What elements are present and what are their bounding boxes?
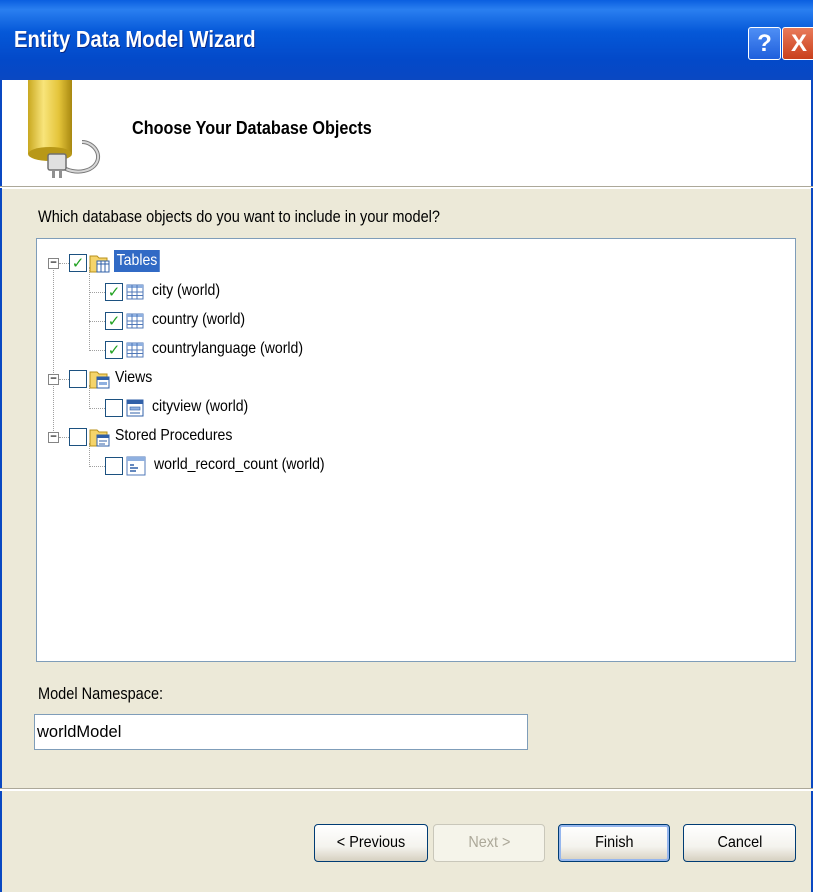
database-plug-icon [28,80,101,178]
window-title: Entity Data Model Wizard [14,26,256,52]
previous-button[interactable]: < Previous [314,824,428,862]
tree-line [89,466,105,467]
table-icon [126,313,144,329]
tree-line [53,267,54,437]
table-icon [126,342,144,358]
tree-line [59,263,69,264]
stored-procedures-collapse-toggle[interactable]: − [48,432,59,443]
model-namespace-input[interactable] [34,714,528,750]
model-namespace-label: Model Namespace: [38,685,164,703]
tree-node-views[interactable]: Views [115,369,152,387]
tree-node-stored-procedures[interactable]: Stored Procedures [115,427,232,445]
page-title: Choose Your Database Objects [132,118,372,138]
views-collapse-toggle[interactable]: − [48,374,59,385]
close-button[interactable]: X [782,27,813,60]
city-checkbox[interactable]: ✓ [105,283,123,301]
procedure-icon [126,456,146,476]
view-icon [126,399,144,417]
cityview-checkbox[interactable] [105,399,123,417]
tree-node-countrylanguage[interactable]: countrylanguage (world) [152,340,303,358]
tree-node-city[interactable]: city (world) [152,282,220,300]
tree-node-cityview[interactable]: cityview (world) [152,398,248,416]
tables-collapse-toggle[interactable]: − [48,258,59,269]
next-button[interactable]: Next > [433,824,545,862]
tables-folder-icon [89,255,110,273]
finish-button[interactable]: Finish [558,824,670,862]
tree-line [59,437,69,438]
title-bar[interactable]: Entity Data Model Wizard ? X [0,0,813,80]
tree-line [89,321,105,322]
header-divider [0,186,813,189]
tree-node-tables[interactable]: Tables [114,250,160,272]
views-checkbox[interactable] [69,370,87,388]
tree-line [89,408,105,409]
database-objects-tree[interactable]: − ✓ Tables ✓ city (world) ✓ country (wor… [36,238,796,662]
table-icon [126,284,144,300]
wizard-header: Choose Your Database Objects [0,80,813,188]
tree-line [89,292,105,293]
objects-prompt: Which database objects do you want to in… [38,208,440,226]
world-record-count-checkbox[interactable] [105,457,123,475]
next-button-label: Next > [467,834,511,851]
procedures-folder-icon [89,429,110,447]
wizard-window: Entity Data Model Wizard ? X Choose Your… [0,0,813,892]
footer-divider [0,788,813,791]
tree-line [89,267,90,349]
tree-line [59,379,69,380]
cancel-button[interactable]: Cancel [683,824,796,862]
cancel-button-label: Cancel [717,834,762,851]
views-folder-icon [89,371,110,389]
countrylanguage-checkbox[interactable]: ✓ [105,341,123,359]
help-button[interactable]: ? [748,27,781,60]
tree-node-country[interactable]: country (world) [152,311,245,329]
tree-line [89,350,105,351]
tables-checkbox[interactable]: ✓ [69,254,87,272]
tree-node-world-record-count[interactable]: world_record_count (world) [154,456,325,474]
stored-procedures-checkbox[interactable] [69,428,87,446]
country-checkbox[interactable]: ✓ [105,312,123,330]
finish-button-label: Finish [594,834,634,851]
previous-button-label: < Previous [336,834,406,851]
window-border-left [0,188,2,892]
